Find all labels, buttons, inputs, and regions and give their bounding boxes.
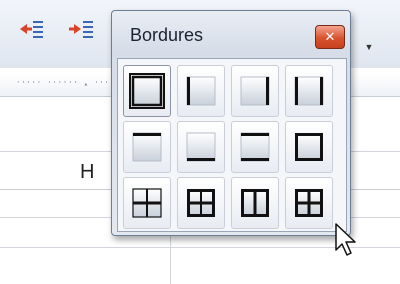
close-button[interactable]: ✕: [315, 25, 345, 49]
border-option-inner-horizontal[interactable]: [123, 177, 171, 229]
border-option-outline-thick[interactable]: [123, 65, 171, 117]
border-all-grid-icon: [294, 188, 324, 218]
column-header-h[interactable]: H: [80, 161, 94, 184]
ruler-marks: ''''' '''''' ▴ '''''': [16, 80, 126, 88]
increase-indent-icon: [68, 19, 94, 44]
close-icon: ✕: [324, 29, 336, 44]
mouse-pointer-icon: [334, 222, 360, 263]
border-inner-vertical-icon: [240, 188, 270, 218]
border-left-right-icon: [294, 76, 324, 106]
border-options-grid: [123, 65, 333, 229]
border-options-panel: [117, 58, 347, 232]
decrease-indent-button[interactable]: [16, 18, 46, 44]
border-option-inner-vertical[interactable]: [231, 177, 279, 229]
border-option-all[interactable]: [177, 177, 225, 229]
borders-palette: Bordures ✕: [111, 10, 351, 236]
border-option-outline[interactable]: [285, 121, 333, 173]
dropdown-arrow-icon[interactable]: ▼: [362, 40, 376, 54]
decrease-indent-icon: [18, 19, 44, 44]
border-inner-horizontal-icon: [132, 188, 162, 218]
border-right-icon: [240, 76, 270, 106]
border-bottom-icon: [186, 132, 216, 162]
border-option-left-right[interactable]: [285, 65, 333, 117]
border-outline-icon: [294, 132, 324, 162]
border-outline-thick-icon: [129, 73, 165, 109]
border-option-all-grid[interactable]: [285, 177, 333, 229]
border-option-top-bottom[interactable]: [231, 121, 279, 173]
border-option-bottom[interactable]: [177, 121, 225, 173]
border-top-bottom-icon: [240, 132, 270, 162]
border-option-right[interactable]: [231, 65, 279, 117]
border-left-icon: [186, 76, 216, 106]
border-all-icon: [186, 188, 216, 218]
border-option-top[interactable]: [123, 121, 171, 173]
increase-indent-button[interactable]: [66, 18, 96, 44]
border-option-left[interactable]: [177, 65, 225, 117]
border-top-icon: [132, 132, 162, 162]
popup-title: Bordures: [130, 25, 204, 45]
